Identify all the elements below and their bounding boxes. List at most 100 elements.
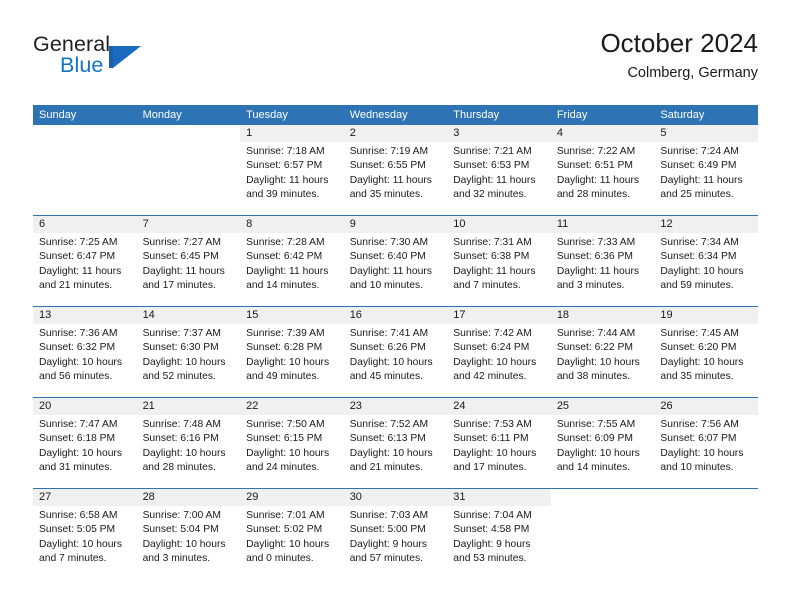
day-cell[interactable]: 11 Sunrise: 7:33 AM Sunset: 6:36 PM Dayligh… bbox=[550, 216, 655, 306]
day-cell[interactable]: 16 Sunrise: 7:41 AM Sunset: 6:26 PM Dayligh… bbox=[343, 307, 448, 397]
day-cell[interactable]: 7 Sunrise: 7:27 AM Sunset: 6:45 PM Daylight… bbox=[136, 216, 241, 306]
sunrise-text: Sunrise: 7:37 AM bbox=[142, 328, 221, 339]
day-cell[interactable]: 10 Sunrise: 7:31 AM Sunset: 6:38 PM Dayligh… bbox=[447, 216, 551, 306]
day-cell[interactable]: 14 Sunrise: 7:37 AM Sunset: 6:30 PM Dayligh… bbox=[136, 307, 241, 397]
day-number-band: 10 bbox=[447, 216, 551, 233]
day-details: Sunrise: 7:52 AM Sunset: 6:13 PM Daylight:… bbox=[344, 415, 448, 475]
page-subtitle: Colmberg, Germany bbox=[627, 65, 758, 81]
sunset-text: Sunset: 6:15 PM bbox=[246, 433, 323, 445]
day-number: 18 bbox=[556, 309, 570, 321]
day-cell[interactable]: 31 Sunrise: 7:04 AM Sunset: 4:58 PM Dayligh… bbox=[447, 489, 551, 579]
day-cell[interactable]: 1 Sunrise: 7:18 AM Sunset: 6:57 PM Daylight… bbox=[240, 125, 344, 215]
day-number: 15 bbox=[246, 309, 259, 321]
sunrise-text: Sunrise: 7:31 AM bbox=[453, 237, 532, 248]
day-number-band: 3 bbox=[447, 125, 551, 142]
week-row: 20 Sunrise: 7:47 AM Sunset: 6:18 PM Dayligh… bbox=[33, 397, 758, 488]
daylight-text: Daylight: 11 hours and 28 minutes. bbox=[556, 174, 640, 200]
day-details: Sunrise: 7:48 AM Sunset: 6:16 PM Daylight:… bbox=[137, 415, 241, 475]
day-cell[interactable]: 9 Sunrise: 7:30 AM Sunset: 6:40 PM Daylight… bbox=[343, 216, 448, 306]
day-details: Sunrise: 7:28 AM Sunset: 6:42 PM Daylight:… bbox=[240, 233, 344, 293]
day-details: Sunrise: 7:55 AM Sunset: 6:09 PM Daylight:… bbox=[551, 415, 655, 475]
general-blue-logo[interactable]: General Blue bbox=[33, 32, 243, 94]
day-number: 23 bbox=[349, 400, 362, 412]
day-cell[interactable]: 13 Sunrise: 7:36 AM Sunset: 6:32 PM Dayligh… bbox=[33, 307, 137, 397]
day-cell[interactable]: 26 Sunrise: 7:56 AM Sunset: 6:07 PM Dayligh… bbox=[654, 398, 758, 488]
daylight-text: Daylight: 10 hours and 14 minutes. bbox=[556, 447, 640, 473]
sunset-text: Sunset: 4:58 PM bbox=[453, 524, 530, 536]
day-cell-empty bbox=[33, 125, 137, 215]
sunrise-text: Sunrise: 7:04 AM bbox=[453, 510, 532, 521]
sunset-text: Sunset: 6:30 PM bbox=[142, 342, 219, 354]
calendar-table: Sunday Monday Tuesday Wednesday Thursday Frid… bbox=[33, 105, 758, 579]
day-number-band: 5 bbox=[654, 125, 758, 142]
day-cell[interactable]: 28 Sunrise: 7:00 AM Sunset: 5:04 PM Dayligh… bbox=[136, 489, 241, 579]
day-cell[interactable]: 17 Sunrise: 7:42 AM Sunset: 6:24 PM Dayligh… bbox=[447, 307, 551, 397]
sunset-text: Sunset: 6:47 PM bbox=[39, 251, 116, 263]
day-number: 19 bbox=[660, 309, 673, 321]
day-cell[interactable]: 22 Sunrise: 7:50 AM Sunset: 6:15 PM Dayligh… bbox=[240, 398, 344, 488]
day-cell[interactable]: 25 Sunrise: 7:55 AM Sunset: 6:09 PM Dayligh… bbox=[550, 398, 655, 488]
day-cell[interactable]: 24 Sunrise: 7:53 AM Sunset: 6:11 PM Dayligh… bbox=[447, 398, 551, 488]
calendar-weeks: 1 Sunrise: 7:18 AM Sunset: 6:57 PM Daylight… bbox=[33, 125, 758, 579]
week-row: 27 Sunrise: 6:58 AM Sunset: 5:05 PM Dayligh… bbox=[33, 488, 758, 579]
day-number: 10 bbox=[453, 218, 466, 230]
daylight-text: Daylight: 10 hours and 24 minutes. bbox=[246, 447, 330, 473]
day-details: Sunrise: 7:00 AM Sunset: 5:04 PM Daylight:… bbox=[137, 506, 241, 566]
day-number-band: 9 bbox=[343, 216, 448, 233]
day-cell[interactable]: 5 Sunrise: 7:24 AM Sunset: 6:49 PM Daylight… bbox=[654, 125, 758, 215]
sunrise-text: Sunrise: 7:25 AM bbox=[39, 237, 118, 248]
sunrise-text: Sunrise: 7:42 AM bbox=[453, 328, 532, 339]
day-details: Sunrise: 7:19 AM Sunset: 6:55 PM Daylight:… bbox=[344, 142, 448, 202]
daylight-text: Daylight: 10 hours and 0 minutes. bbox=[246, 538, 330, 564]
day-number: 22 bbox=[246, 400, 259, 412]
day-number: 7 bbox=[142, 218, 149, 230]
sunrise-text: Sunrise: 6:58 AM bbox=[39, 510, 118, 521]
day-details: Sunrise: 7:47 AM Sunset: 6:18 PM Daylight:… bbox=[33, 415, 137, 475]
sunset-text: Sunset: 5:00 PM bbox=[349, 524, 426, 536]
daylight-text: Daylight: 10 hours and 59 minutes. bbox=[660, 265, 744, 291]
day-cell[interactable]: 15 Sunrise: 7:39 AM Sunset: 6:28 PM Dayligh… bbox=[240, 307, 344, 397]
sunset-text: Sunset: 6:28 PM bbox=[246, 342, 323, 354]
sunset-text: Sunset: 6:53 PM bbox=[453, 160, 530, 172]
weekday-header-monday: Monday bbox=[142, 109, 182, 121]
day-cell-empty bbox=[654, 489, 758, 579]
sunrise-text: Sunrise: 7:01 AM bbox=[246, 510, 325, 521]
day-number-band: 12 bbox=[654, 216, 758, 233]
day-cell[interactable]: 27 Sunrise: 6:58 AM Sunset: 5:05 PM Dayligh… bbox=[33, 489, 137, 579]
day-cell[interactable]: 3 Sunrise: 7:21 AM Sunset: 6:53 PM Daylight… bbox=[447, 125, 551, 215]
daylight-text: Daylight: 11 hours and 25 minutes. bbox=[660, 174, 743, 200]
daylight-text: Daylight: 11 hours and 32 minutes. bbox=[453, 174, 536, 200]
day-cell[interactable]: 23 Sunrise: 7:52 AM Sunset: 6:13 PM Dayligh… bbox=[343, 398, 448, 488]
sunrise-text: Sunrise: 7:27 AM bbox=[142, 237, 221, 248]
daylight-text: Daylight: 10 hours and 10 minutes. bbox=[660, 447, 744, 473]
daylight-text: Daylight: 10 hours and 56 minutes. bbox=[39, 356, 122, 382]
day-number: 26 bbox=[660, 400, 673, 412]
day-details: Sunrise: 7:41 AM Sunset: 6:26 PM Daylight:… bbox=[344, 324, 448, 384]
day-cell[interactable]: 19 Sunrise: 7:45 AM Sunset: 6:20 PM Dayligh… bbox=[654, 307, 758, 397]
day-number-band: 21 bbox=[136, 398, 241, 415]
day-cell[interactable]: 12 Sunrise: 7:34 AM Sunset: 6:34 PM Dayligh… bbox=[654, 216, 758, 306]
day-cell[interactable]: 18 Sunrise: 7:44 AM Sunset: 6:22 PM Dayligh… bbox=[550, 307, 655, 397]
day-cell[interactable]: 20 Sunrise: 7:47 AM Sunset: 6:18 PM Dayligh… bbox=[33, 398, 137, 488]
sunrise-text: Sunrise: 7:41 AM bbox=[349, 328, 429, 339]
day-details: Sunrise: 6:58 AM Sunset: 5:05 PM Daylight:… bbox=[33, 506, 137, 566]
weekday-header-row: Sunday Monday Tuesday Wednesday Thursday Frid… bbox=[33, 105, 758, 125]
day-cell[interactable]: 30 Sunrise: 7:03 AM Sunset: 5:00 PM Dayligh… bbox=[343, 489, 448, 579]
day-cell[interactable]: 2 Sunrise: 7:19 AM Sunset: 6:55 PM Daylight… bbox=[343, 125, 448, 215]
day-number: 27 bbox=[39, 491, 52, 503]
sunset-text: Sunset: 6:51 PM bbox=[556, 160, 633, 172]
day-cell[interactable]: 4 Sunrise: 7:22 AM Sunset: 6:51 PM Daylight… bbox=[550, 125, 655, 215]
day-number: 21 bbox=[142, 400, 155, 412]
day-details: Sunrise: 7:42 AM Sunset: 6:24 PM Daylight:… bbox=[447, 324, 551, 384]
weekday-header-thursday: Thursday bbox=[453, 109, 500, 121]
day-number-band: 13 bbox=[33, 307, 137, 324]
sunset-text: Sunset: 6:45 PM bbox=[142, 251, 219, 263]
day-number: 20 bbox=[39, 400, 52, 412]
daylight-text: Daylight: 10 hours and 7 minutes. bbox=[39, 538, 122, 564]
weekday-header-tuesday: Tuesday bbox=[246, 109, 288, 121]
day-number-band: 15 bbox=[240, 307, 344, 324]
day-cell[interactable]: 8 Sunrise: 7:28 AM Sunset: 6:42 PM Daylight… bbox=[240, 216, 344, 306]
day-cell[interactable]: 6 Sunrise: 7:25 AM Sunset: 6:47 PM Daylight… bbox=[33, 216, 137, 306]
day-cell[interactable]: 29 Sunrise: 7:01 AM Sunset: 5:02 PM Dayligh… bbox=[240, 489, 344, 579]
day-cell[interactable]: 21 Sunrise: 7:48 AM Sunset: 6:16 PM Dayligh… bbox=[136, 398, 241, 488]
